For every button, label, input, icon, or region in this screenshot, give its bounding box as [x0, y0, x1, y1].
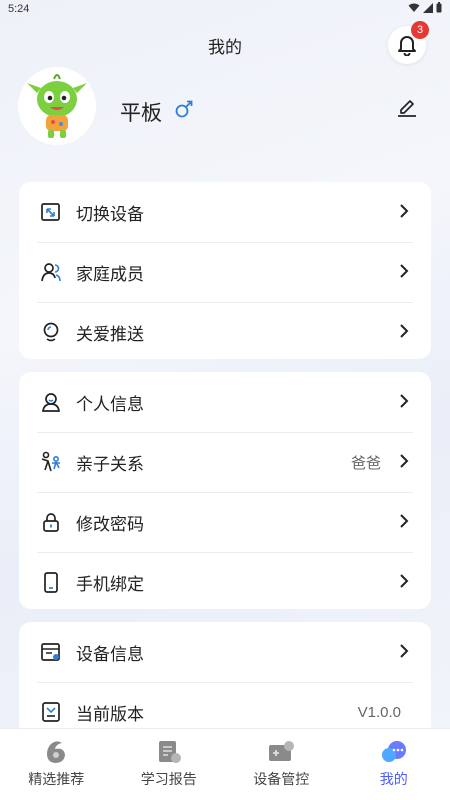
chevron-right-icon [400, 454, 409, 468]
tab-mine[interactable]: 我的 [338, 729, 450, 800]
settings-group-device: 切换设备 家庭成员 关爱推送 [19, 182, 431, 359]
parent-child-icon [41, 451, 60, 472]
relationship-value: 爸爸 [350, 454, 381, 472]
username: 平板 [120, 102, 162, 125]
device-info-icon [41, 643, 60, 661]
device-control-icon [269, 741, 295, 761]
tab-label: 我的 [379, 771, 408, 787]
tab-study-report[interactable]: 学习报告 [113, 729, 226, 800]
tab-recommend[interactable]: 精选推荐 [0, 729, 113, 800]
settings-group-account: 个人信息 亲子关系 爸爸 修改密码 手机绑定 [19, 372, 431, 609]
menu-item-label: 切换设备 [76, 204, 144, 224]
chevron-right-icon [400, 264, 409, 278]
menu-item-parent-child[interactable]: 亲子关系 爸爸 [19, 432, 431, 492]
version-icon [42, 702, 60, 722]
signal-icon [423, 2, 433, 13]
menu-item-label: 手机绑定 [76, 574, 144, 594]
lock-icon [43, 513, 59, 532]
edit-profile-icon[interactable] [396, 95, 418, 117]
tab-device-control[interactable]: 设备管控 [225, 729, 338, 800]
status-bar: 5:24 [0, 0, 450, 18]
chevron-right-icon [400, 204, 409, 218]
menu-item-label: 亲子关系 [76, 454, 144, 474]
version-value: V1.0.0 [357, 703, 401, 721]
menu-item-personal-info[interactable]: 个人信息 [19, 372, 431, 432]
chevron-right-icon [400, 324, 409, 338]
recommend-icon [47, 741, 66, 763]
battery-icon [436, 2, 442, 13]
notification-button[interactable]: 3 [388, 21, 429, 64]
study-report-icon [158, 741, 181, 763]
chevron-right-icon [400, 514, 409, 528]
page-title: 我的 [208, 38, 242, 57]
chevron-right-icon [400, 394, 409, 408]
male-gender-icon [175, 100, 193, 118]
mine-icon [381, 741, 406, 762]
status-icons [408, 2, 442, 13]
phone-icon [44, 572, 58, 593]
menu-item-label: 个人信息 [76, 394, 144, 414]
menu-item-care-push[interactable]: 关爱推送 [19, 302, 431, 362]
menu-item-change-password[interactable]: 修改密码 [19, 492, 431, 552]
menu-item-label: 家庭成员 [76, 264, 144, 284]
care-push-icon [43, 322, 59, 342]
tab-label: 精选推荐 [28, 771, 85, 787]
notification-badge: 3 [411, 21, 429, 39]
menu-item-device-info[interactable]: 设备信息 [19, 622, 431, 682]
chevron-right-icon [400, 644, 409, 658]
menu-item-switch-device[interactable]: 切换设备 [19, 182, 431, 242]
wifi-icon [408, 3, 420, 12]
tab-label: 设备管控 [253, 771, 310, 787]
menu-item-label: 修改密码 [76, 514, 144, 534]
menu-item-label: 当前版本 [76, 704, 144, 724]
tab-label: 学习报告 [140, 771, 197, 787]
personal-info-icon [42, 393, 60, 412]
family-members-icon [41, 263, 61, 282]
menu-item-label: 设备信息 [76, 644, 144, 664]
mascot-avatar-icon [27, 74, 87, 138]
menu-item-family-members[interactable]: 家庭成员 [19, 242, 431, 302]
bottom-tab-bar: 精选推荐 学习报告 设备管控 我的 [0, 728, 450, 800]
menu-item-label: 关爱推送 [76, 324, 144, 344]
status-time: 5:24 [8, 3, 30, 15]
avatar[interactable] [18, 67, 96, 145]
settings-group-device-info: 设备信息 当前版本 V1.0.0 [19, 622, 431, 742]
chevron-right-icon [400, 574, 409, 588]
switch-device-icon [41, 203, 60, 221]
menu-item-phone-binding[interactable]: 手机绑定 [19, 552, 431, 612]
